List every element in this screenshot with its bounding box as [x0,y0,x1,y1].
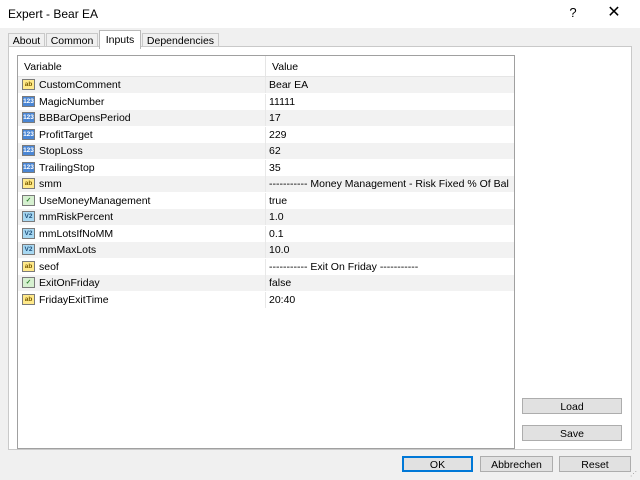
double-type-icon: V2 [22,244,35,255]
table-row[interactable]: ab seof ----------- Exit On Friday -------… [18,258,514,275]
variable-name: mmMaxLots [39,244,97,256]
column-divider [265,143,266,159]
integer-type-icon: 123 [22,112,35,123]
table-row[interactable]: V2 mmLotsIfNoMM 0.1 [18,225,514,242]
dialog-footer: OK Abbrechen Reset ⋰ [0,450,640,480]
table-row[interactable]: 123 StopLoss 62 [18,143,514,159]
variable-value[interactable]: 17 [269,112,509,124]
variable-name: MagicNumber [39,95,105,108]
variable-value[interactable]: 20:40 [269,294,509,306]
boolean-type-icon: ✓ [22,277,35,288]
title-bar: Expert - Bear EA ? ✕ [0,0,640,28]
table-row[interactable]: 123 MagicNumber 11111 [18,93,514,110]
variable-name: BBBarOpensPeriod [39,112,131,124]
table-row[interactable]: ab FridayExitTime 20:40 [18,291,514,308]
header-value[interactable]: Value [272,61,298,73]
boolean-type-icon: ✓ [22,194,35,206]
load-button[interactable]: Load [522,398,622,414]
variable-value[interactable]: 0.1 [269,228,509,240]
column-divider [265,110,266,126]
column-divider [265,225,266,242]
cancel-button[interactable]: Abbrechen [480,456,553,472]
table-row[interactable]: V2 mmRiskPercent 1.0 [18,209,514,225]
variable-name: ProfitTarget [39,128,93,141]
variable-value[interactable]: 229 [269,129,509,141]
string-type-icon: ab [22,260,35,272]
table-row[interactable]: 123 BBBarOpensPeriod 17 [18,110,514,126]
variable-value[interactable]: false [269,277,509,289]
table-row[interactable]: ab smm ----------- Money Management - Risk… [18,176,514,192]
variable-value[interactable]: 35 [269,162,509,174]
variable-value[interactable]: 11111 [269,96,509,108]
variable-name: FridayExitTime [39,293,109,306]
column-divider [265,159,266,176]
column-divider [265,209,266,225]
integer-type-icon: 123 [22,145,35,156]
column-divider [265,258,266,275]
column-divider [265,275,266,291]
table-row[interactable]: V2 mmMaxLots 10.0 [18,242,514,258]
window-title: Expert - Bear EA [8,7,99,21]
column-divider [265,93,266,110]
variable-name: CustomComment [39,79,121,91]
variable-value[interactable]: ----------- Money Management - Risk Fixe… [269,178,509,190]
column-divider [265,192,266,209]
column-divider [265,291,266,308]
table-row[interactable]: 123 TrailingStop 35 [18,159,514,176]
variable-name: TrailingStop [39,161,95,174]
table-row[interactable]: ab CustomComment Bear EA [18,77,514,93]
integer-type-icon: 123 [22,128,35,140]
table-header: Variable Value [18,56,514,77]
help-icon[interactable]: ? [566,5,580,21]
save-button[interactable]: Save [522,425,622,441]
variable-value[interactable]: 1.0 [269,211,509,223]
string-type-icon: ab [22,178,35,189]
header-variable[interactable]: Variable [24,61,62,73]
close-icon[interactable]: ✕ [604,3,624,23]
variable-value[interactable]: true [269,195,509,207]
integer-type-icon: 123 [22,95,35,107]
variable-name: seof [39,260,59,273]
integer-type-icon: 123 [22,161,35,173]
variable-name: UseMoneyManagement [39,194,151,207]
variable-name: smm [39,178,62,190]
table-row[interactable]: ✓ UseMoneyManagement true [18,192,514,209]
resize-grip-icon[interactable]: ⋰ [630,470,638,478]
variable-name: mmRiskPercent [39,211,114,223]
table-row[interactable]: ✓ ExitOnFriday false [18,275,514,291]
reset-button[interactable]: Reset [559,456,631,472]
double-type-icon: V2 [22,211,35,222]
column-divider [265,77,266,93]
header-divider[interactable] [265,56,266,76]
column-divider [265,126,266,143]
variable-name: StopLoss [39,145,83,157]
string-type-icon: ab [22,79,35,90]
table-row[interactable]: 123 ProfitTarget 229 [18,126,514,143]
variable-value[interactable]: 10.0 [269,244,509,256]
variable-value[interactable]: Bear EA [269,79,509,91]
column-divider [265,242,266,258]
tab-inputs[interactable]: Inputs [99,30,141,49]
inputs-table: Variable Value ab CustomComment Bear EA 123… [17,55,515,449]
string-type-icon: ab [22,293,35,305]
variable-value[interactable]: ----------- Exit On Friday ----------- [269,261,509,273]
variable-name: ExitOnFriday [39,277,100,289]
variable-value[interactable]: 62 [269,145,509,157]
ok-button[interactable]: OK [402,456,473,472]
column-divider [265,176,266,192]
variable-name: mmLotsIfNoMM [39,227,114,240]
double-type-icon: V2 [22,227,35,239]
